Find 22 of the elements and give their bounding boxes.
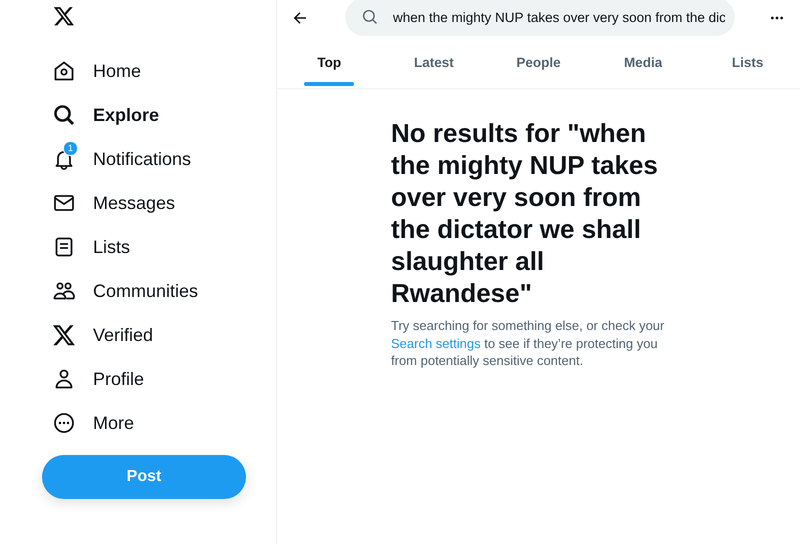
- tab[interactable]: People: [486, 36, 591, 88]
- tab[interactable]: Media: [590, 36, 696, 88]
- no-results-heading: No results for "when the mighty NUP takes over very soon from the dictator we shall slaughter all Rwandese": [391, 117, 659, 309]
- more-circle-icon: [52, 411, 76, 435]
- tab[interactable]: Top: [277, 36, 382, 88]
- nav-item[interactable]: More: [42, 401, 144, 445]
- nav-item[interactable]: Lists: [42, 225, 140, 269]
- nav-item[interactable]: 1 Notifications: [42, 137, 202, 181]
- tab[interactable]: Latest: [382, 36, 486, 88]
- no-results-message: Try searching for something else, or check your Search settings to see if they’re protecting you from potentially sensitive content.: [391, 317, 666, 370]
- nav-item[interactable]: Profile: [42, 357, 154, 401]
- nav-item[interactable]: Verified: [42, 313, 164, 357]
- search-icon: [52, 103, 76, 127]
- tab[interactable]: Lists: [695, 36, 800, 88]
- nav-item[interactable]: Home: [42, 49, 152, 93]
- nav-item[interactable]: Explore: [42, 93, 170, 137]
- x-logo-icon: [52, 323, 76, 347]
- nav-item[interactable]: Communities: [42, 269, 208, 313]
- notification-badge: 1: [63, 141, 78, 156]
- house-icon: [52, 59, 76, 83]
- x-logo-icon[interactable]: [53, 4, 75, 28]
- nav-item[interactable]: Messages: [42, 181, 186, 225]
